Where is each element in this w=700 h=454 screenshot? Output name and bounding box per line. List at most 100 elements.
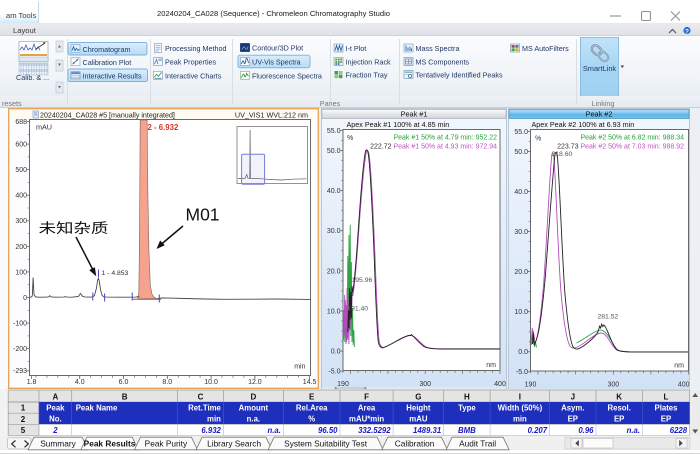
- svg-text:Calibration Plot: Calibration Plot: [83, 58, 132, 67]
- svg-text:14.5: 14.5: [303, 379, 317, 386]
- svg-text:-100: -100: [13, 321, 27, 328]
- svg-text:mAU*min: mAU*min: [349, 415, 384, 424]
- svg-text:Fluorescence Spectra: Fluorescence Spectra: [252, 72, 322, 81]
- svg-text:Rel.Area: Rel.Area: [296, 404, 328, 413]
- svg-text:Peak #2 50% at 6.82 min: 988.3: Peak #2 50% at 6.82 min: 988.34: [580, 135, 684, 142]
- svg-text:Peak Purity: Peak Purity: [145, 439, 188, 449]
- svg-text:Summary: Summary: [40, 439, 76, 449]
- svg-text:600: 600: [15, 142, 27, 149]
- svg-text:1 - 4.853: 1 - 4.853: [102, 270, 129, 277]
- svg-text:No.: No.: [49, 415, 62, 424]
- svg-text:300: 300: [607, 382, 619, 389]
- svg-text:Peak Name: Peak Name: [76, 404, 118, 413]
- svg-text:1489.31: 1489.31: [413, 426, 441, 435]
- svg-text:55.0: 55.0: [514, 129, 528, 136]
- svg-text:100: 100: [15, 269, 27, 276]
- svg-text:Processing Method: Processing Method: [165, 44, 227, 53]
- svg-text:332.5292: 332.5292: [358, 426, 391, 435]
- svg-text:688: 688: [15, 119, 27, 126]
- svg-text:Amount: Amount: [239, 404, 269, 413]
- svg-text:mAU: mAU: [409, 415, 428, 424]
- svg-text:mAU: mAU: [36, 123, 52, 132]
- svg-text:nm: nm: [674, 363, 684, 370]
- svg-text:Peak #2: Peak #2: [586, 110, 613, 119]
- svg-text:B: B: [122, 393, 128, 402]
- svg-text:n.a.: n.a.: [267, 426, 280, 435]
- svg-text:96.50: 96.50: [318, 426, 338, 435]
- svg-text:K: K: [616, 393, 622, 402]
- svg-text:222.72 Peak #1 50% at 4.93 min: 222.72 Peak #1 50% at 4.93 min: 972.94: [370, 143, 497, 150]
- svg-text:Fraction Tray: Fraction Tray: [346, 71, 388, 80]
- svg-text:Mass Spectra: Mass Spectra: [416, 44, 460, 53]
- svg-text:Injection Rack: Injection Rack: [346, 58, 392, 67]
- svg-text:Audit Trail: Audit Trail: [459, 439, 496, 449]
- svg-text:Calibration: Calibration: [395, 439, 435, 449]
- svg-text:30.0: 30.0: [514, 229, 528, 236]
- svg-text:-5.0: -5.0: [328, 369, 340, 376]
- svg-text:Apex Peak #2 100% at 6.93 min: Apex Peak #2 100% at 6.93 min: [532, 120, 635, 129]
- svg-text:200: 200: [15, 244, 27, 251]
- svg-text:BMB: BMB: [458, 426, 476, 435]
- svg-text:n.a.: n.a.: [247, 415, 260, 424]
- svg-text:500: 500: [15, 167, 27, 174]
- svg-text:2: 2: [52, 426, 58, 435]
- svg-text:Library Search: Library Search: [207, 439, 261, 449]
- svg-text:C: C: [198, 393, 204, 402]
- svg-text:EP: EP: [614, 415, 624, 424]
- svg-text:EP: EP: [568, 415, 578, 424]
- svg-text:400: 400: [678, 382, 690, 389]
- svg-text:30.0: 30.0: [327, 228, 341, 235]
- svg-text:20.0: 20.0: [514, 269, 528, 276]
- svg-text:System Suitability Test: System Suitability Test: [284, 439, 368, 449]
- svg-text:%: %: [347, 135, 353, 142]
- svg-text:E: E: [309, 393, 315, 402]
- svg-text:D: D: [251, 393, 257, 402]
- svg-text:Chromatogram: Chromatogram: [83, 45, 131, 54]
- svg-text:Ret.Time: Ret.Time: [188, 404, 221, 413]
- svg-text:I-t Plot: I-t Plot: [346, 44, 367, 53]
- svg-text:Contour/3D Plot: Contour/3D Plot: [252, 44, 303, 53]
- svg-text:Peak: Peak: [46, 404, 65, 413]
- svg-text:Peak #1: Peak #1: [401, 110, 428, 119]
- svg-text:G: G: [415, 393, 421, 402]
- svg-text:Plates: Plates: [655, 404, 679, 413]
- svg-text:Interactive Results: Interactive Results: [83, 72, 143, 81]
- svg-text:0: 0: [23, 295, 27, 302]
- svg-text:%: %: [308, 415, 315, 424]
- svg-text:12.0: 12.0: [248, 379, 262, 386]
- svg-text:min: min: [513, 415, 527, 424]
- svg-text:Type: Type: [458, 404, 476, 413]
- svg-text:Width (50%): Width (50%): [498, 404, 543, 413]
- svg-text:Tentatively Identified Peaks: Tentatively Identified Peaks: [416, 71, 504, 80]
- svg-text:A: A: [53, 393, 59, 402]
- svg-text:?: ?: [685, 28, 689, 35]
- svg-text:nm: nm: [486, 362, 496, 369]
- svg-text:Peak Properties: Peak Properties: [165, 58, 217, 67]
- svg-text:40.0: 40.0: [327, 188, 341, 195]
- svg-text:223.73 Peak #2 50% at 7.03 min: 223.73 Peak #2 50% at 7.03 min: 988.92: [557, 144, 684, 151]
- svg-text:0.0: 0.0: [331, 349, 341, 356]
- svg-text:195.96: 195.96: [352, 277, 373, 284]
- svg-text:281.52: 281.52: [598, 314, 619, 321]
- svg-text:0.207: 0.207: [528, 426, 548, 435]
- svg-text:min: min: [207, 415, 221, 424]
- svg-text:MS Components: MS Components: [416, 58, 470, 67]
- svg-text:10.0: 10.0: [327, 308, 341, 315]
- svg-text:55.0: 55.0: [327, 128, 341, 135]
- svg-text:MS AutoFilters: MS AutoFilters: [522, 44, 569, 53]
- svg-text:8.0: 8.0: [162, 379, 172, 386]
- svg-text:Interactive Charts: Interactive Charts: [165, 72, 222, 81]
- svg-text:0.96: 0.96: [578, 426, 594, 435]
- svg-text:Area: Area: [358, 404, 376, 413]
- svg-text:Peak Results: Peak Results: [84, 439, 136, 449]
- svg-text:UV-Vis Spectra: UV-Vis Spectra: [252, 58, 301, 67]
- svg-text:M01: M01: [186, 205, 220, 225]
- svg-text:4.0: 4.0: [75, 379, 85, 386]
- svg-text:%: %: [535, 136, 541, 143]
- svg-text:SmartLink: SmartLink: [583, 64, 617, 73]
- svg-text:F: F: [364, 393, 369, 402]
- svg-text:300: 300: [15, 218, 27, 225]
- svg-text:1.8: 1.8: [27, 379, 37, 386]
- svg-text:UV_VIS1 WVL:212 nm: UV_VIS1 WVL:212 nm: [235, 110, 308, 119]
- svg-text:-293: -293: [13, 368, 27, 375]
